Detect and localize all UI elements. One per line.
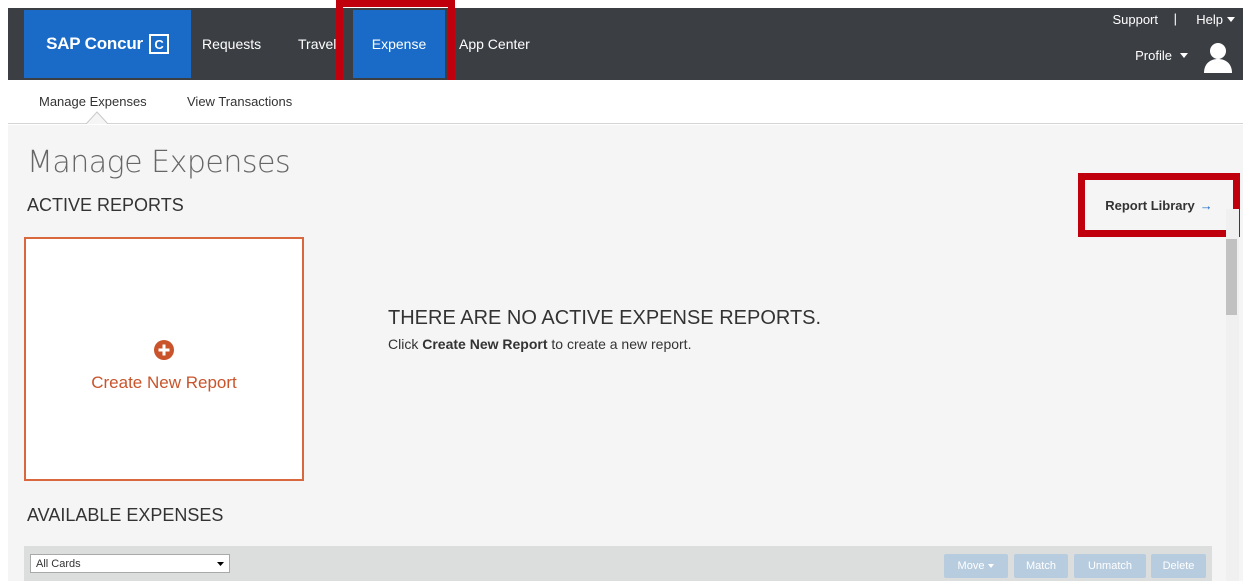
scrollbar-thumb[interactable] [1226,239,1237,315]
concur-logo-mark-icon: C [148,34,169,54]
top-navigation-bar: SAP Concur C Requests Travel Expense App… [8,8,1243,80]
caret-down-icon [1180,53,1188,58]
report-library-link[interactable]: Report Library → [1078,173,1240,237]
card-filter-select[interactable]: All Cards [30,554,230,573]
plus-circle-icon [154,339,174,360]
main-content: Manage Expenses ACTIVE REPORTS Report Li… [8,125,1243,581]
create-new-report-label: Create New Report [91,372,237,392]
empty-suffix: to create a new report. [551,336,692,352]
nav-app-center[interactable]: App Center [459,8,530,80]
caret-down-icon [1227,17,1235,22]
empty-prefix: Click [388,336,419,352]
arrow-right-icon: → [1199,197,1213,213]
sap-concur-logo[interactable]: SAP Concur C [24,10,191,78]
delete-button[interactable]: Delete [1151,554,1206,578]
expenses-toolbar: All Cards Move Match Unmatch Delete [24,546,1212,581]
profile-menu[interactable]: Profile [1135,48,1188,63]
move-button[interactable]: Move [944,554,1008,578]
nav-requests[interactable]: Requests [202,8,261,80]
support-link[interactable]: Support [1112,12,1158,27]
unmatch-button[interactable]: Unmatch [1074,554,1146,578]
active-tab-indicator-icon [86,111,108,124]
page-title: Manage Expenses [27,145,291,180]
match-button[interactable]: Match [1014,554,1068,578]
brand-name: SAP Concur [46,34,143,53]
no-reports-message: THERE ARE NO ACTIVE EXPENSE REPORTS. [388,307,822,329]
no-reports-description: Click Create New Report to create a new … [388,336,691,352]
caret-down-icon [988,564,995,568]
help-label: Help [1196,12,1223,27]
help-menu[interactable]: Help [1196,12,1235,27]
subnav-view-transactions[interactable]: View Transactions [187,94,292,109]
header-separator: | [1173,11,1177,26]
sub-navigation: Manage Expenses View Transactions [8,80,1243,124]
caret-down-icon [217,561,224,566]
report-library-label: Report Library [1105,197,1195,213]
create-new-report-card[interactable]: Create New Report [24,237,304,481]
empty-bold: Create New Report [422,336,548,352]
active-reports-heading: ACTIVE REPORTS [27,195,184,215]
profile-label: Profile [1135,48,1172,63]
user-avatar-icon[interactable] [1203,41,1233,73]
subnav-manage-expenses[interactable]: Manage Expenses [39,94,147,109]
nav-travel[interactable]: Travel [298,8,336,80]
nav-expense[interactable]: Expense [353,10,445,78]
move-label: Move [957,560,985,572]
card-filter-value: All Cards [36,557,81,570]
available-expenses-heading: AVAILABLE EXPENSES [27,505,224,525]
vertical-scrollbar[interactable] [1226,209,1239,581]
